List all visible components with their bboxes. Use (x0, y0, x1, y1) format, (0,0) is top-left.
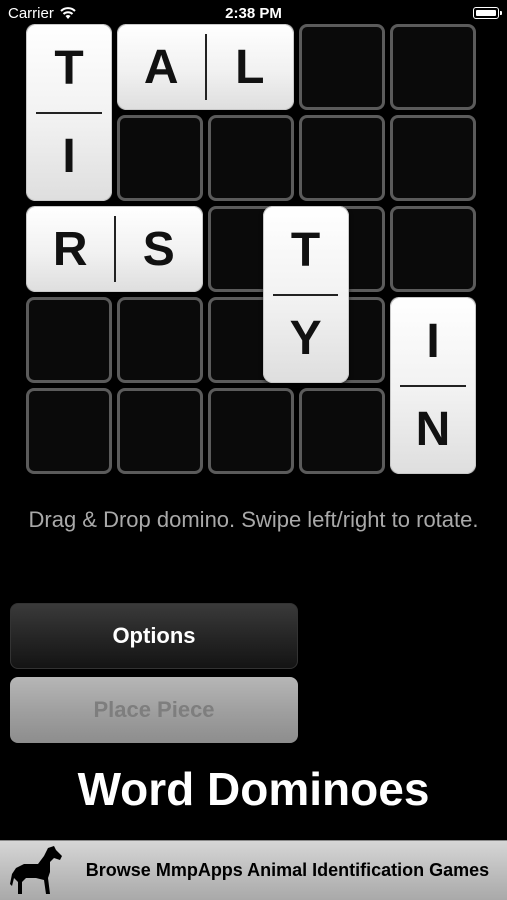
domino-tile[interactable]: AL (117, 24, 294, 110)
battery-icon (473, 7, 502, 19)
board-cell[interactable] (390, 206, 476, 292)
domino-letter: Y (289, 312, 322, 366)
board-cell[interactable] (390, 24, 476, 110)
domino-divider (113, 216, 116, 282)
status-time: 2:38 PM (225, 5, 282, 22)
board-cell[interactable] (390, 115, 476, 201)
board-cell[interactable] (26, 388, 112, 474)
domino-divider (400, 384, 466, 387)
domino-letter: I (62, 130, 76, 184)
domino-divider (36, 111, 102, 114)
domino-divider (204, 34, 207, 100)
app-title: Word Dominoes (77, 763, 430, 815)
board-cell[interactable] (117, 388, 203, 474)
domino-letter: A (143, 40, 179, 94)
ad-text: Browse MmpApps Animal Identification Gam… (85, 860, 490, 880)
instructions-text: Drag & Drop domino. Swipe left/right to … (28, 507, 479, 532)
domino-tile[interactable]: TY (262, 206, 349, 383)
board-cell[interactable] (299, 24, 385, 110)
domino-letter: T (54, 41, 84, 95)
domino-letter: I (426, 314, 440, 368)
domino-divider (272, 293, 339, 296)
domino-letter: T (290, 223, 321, 277)
board-cell[interactable] (299, 115, 385, 201)
ad-banner[interactable]: Browse MmpApps Animal Identification Gam… (0, 840, 507, 900)
place-piece-button[interactable]: Place Piece (10, 677, 298, 743)
horse-icon (10, 845, 62, 894)
options-button[interactable]: Options (10, 603, 298, 669)
domino-letter: S (142, 222, 175, 276)
board-cell[interactable] (299, 388, 385, 474)
game-board[interactable]: ALTIRSTYIN (26, 24, 482, 480)
board-cell[interactable] (208, 115, 294, 201)
domino-letter: R (52, 222, 88, 276)
domino-letter: N (415, 403, 451, 457)
domino-tile[interactable]: IN (390, 297, 476, 474)
board-cell[interactable] (117, 297, 203, 383)
domino-tile[interactable]: RS (26, 206, 203, 292)
board-cell[interactable] (208, 388, 294, 474)
board-cell[interactable] (117, 115, 203, 201)
domino-letter: L (235, 40, 265, 94)
domino-tile[interactable]: TI (26, 24, 112, 201)
board-cell[interactable] (26, 297, 112, 383)
